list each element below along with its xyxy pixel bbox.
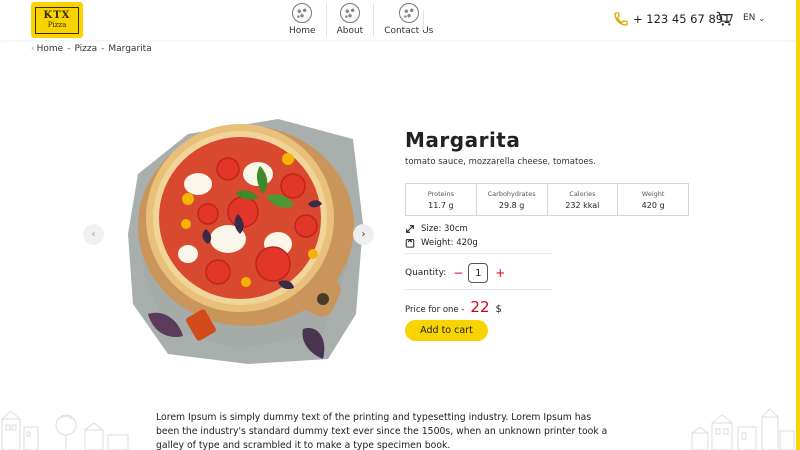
product-image <box>128 119 363 364</box>
divider <box>405 289 553 290</box>
product-title: Margarita <box>405 128 521 152</box>
language-selector[interactable]: EN ⌄ <box>743 13 765 23</box>
product-ingredients: tomato sauce, mozzarella cheese, tomatoe… <box>405 157 596 167</box>
size-label: Size: <box>421 224 442 234</box>
logo-title: KTX <box>43 10 71 21</box>
logo-subtitle: Pizza <box>47 21 67 29</box>
nutrition-value: 232 kkal <box>565 200 600 210</box>
accent-bar <box>796 0 800 450</box>
breadcrumb-pizza[interactable]: Pizza <box>74 44 97 54</box>
quantity-plus-button[interactable]: + <box>495 266 505 280</box>
phone-icon <box>614 12 628 26</box>
city-sketch-illustration <box>1 410 129 450</box>
nutrition-label: Weight <box>641 189 665 198</box>
nutrition-label: Proteins <box>427 189 454 198</box>
nutrition-cell: Carbohydrates 29.8 g <box>475 184 547 215</box>
breadcrumb-separator: - <box>101 44 105 54</box>
nutrition-table: Proteins 11.7 g Carbohydrates 29.8 g Cal… <box>405 183 689 216</box>
chevron-left-icon: ‹ <box>31 44 35 54</box>
site-header: KTX Pizza Home About Contact Us + 123 45… <box>0 0 800 40</box>
quantity-minus-button[interactable]: − <box>453 266 463 280</box>
price-currency: $ <box>495 304 502 315</box>
nav-item-label: About <box>336 26 364 36</box>
quantity-stepper: Quantity: − 1 + <box>405 263 505 283</box>
scale-icon <box>405 239 415 248</box>
gallery-next-button[interactable]: › <box>353 224 374 245</box>
main-nav: Home About Contact Us <box>279 3 443 37</box>
nutrition-value: 29.8 g <box>498 200 525 210</box>
size-value: 30cm <box>444 224 468 234</box>
add-to-cart-button[interactable]: Add to cart <box>405 320 488 341</box>
quantity-input[interactable]: 1 <box>468 263 489 283</box>
nav-item-contact[interactable]: Contact Us <box>373 3 443 37</box>
weight-value: 420g <box>456 238 478 248</box>
cart-icon[interactable] <box>716 11 734 27</box>
size-spec: Size: 30cm <box>405 224 468 234</box>
nutrition-value: 11.7 g <box>428 200 454 210</box>
nutrition-value: 420 g <box>641 200 665 210</box>
product-description: Lorem Ipsum is simply dummy text of the … <box>156 412 608 450</box>
nav-item-about[interactable]: About <box>325 3 374 37</box>
pizza-icon <box>339 3 360 23</box>
breadcrumb-home[interactable]: Home <box>37 44 64 54</box>
price-value: 22 <box>470 298 490 316</box>
city-sketch-illustration <box>691 408 795 450</box>
logo[interactable]: KTX Pizza <box>31 2 83 38</box>
breadcrumb: ‹ Home - Pizza - Margarita <box>31 44 152 54</box>
weight-spec: Weight: 420g <box>405 238 478 248</box>
breadcrumb-separator: - <box>67 44 71 54</box>
nav-item-label: Home <box>289 26 316 36</box>
nutrition-cell: Calories 232 kkal <box>546 184 618 215</box>
logo-frame: KTX Pizza <box>35 6 79 34</box>
phone-link[interactable]: + 123 45 67 891 <box>613 11 730 27</box>
quantity-label: Quantity: <box>405 268 447 278</box>
breadcrumb-current: Margarita <box>108 44 152 54</box>
chevron-left-icon: ‹ <box>91 229 96 240</box>
pizza-icon <box>398 3 419 23</box>
divider <box>405 253 553 254</box>
nutrition-label: Carbohydrates <box>487 189 536 198</box>
resize-icon <box>406 225 414 233</box>
nutrition-label: Calories <box>569 189 596 198</box>
gallery-prev-button[interactable]: ‹ <box>83 224 104 245</box>
pizza-icon <box>292 3 313 23</box>
weight-label: Weight: <box>421 238 454 248</box>
chevron-down-icon: ⌄ <box>758 13 766 23</box>
nav-item-home[interactable]: Home <box>279 3 326 37</box>
nav-item-label: Contact Us <box>384 26 434 36</box>
language-label: EN <box>743 13 756 23</box>
nutrition-cell: Proteins 11.7 g <box>406 184 476 215</box>
nav-divider <box>423 10 424 30</box>
nutrition-cell: Weight 420 g <box>617 184 688 215</box>
price-label: Price for one - <box>405 305 465 315</box>
price-row: Price for one - 22 $ <box>405 298 502 316</box>
chevron-right-icon: › <box>361 229 366 240</box>
